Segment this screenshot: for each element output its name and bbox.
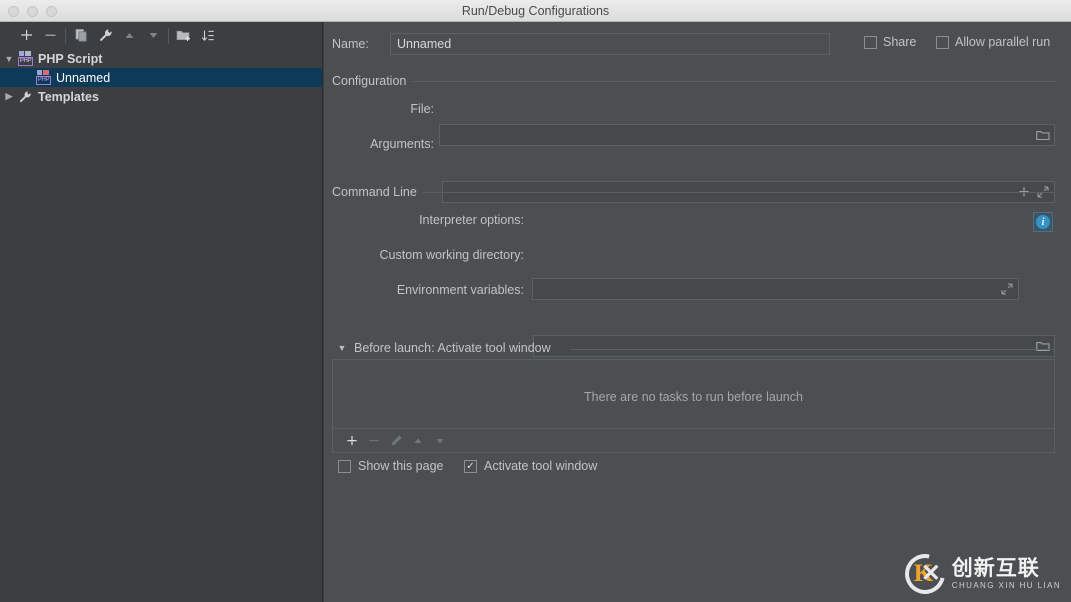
custom-working-directory-label: Custom working directory:	[380, 248, 525, 262]
allow-parallel-run-row[interactable]: Allow parallel run	[936, 35, 1050, 49]
chevron-down-icon[interactable]: ▼	[334, 343, 350, 353]
dialog-body: ▼ PHP PHP Script PHP Unnamed	[0, 22, 1071, 602]
before-launch-toolbar	[332, 429, 1055, 453]
configuration-group-divider	[412, 81, 1055, 82]
arguments-label: Arguments:	[370, 137, 434, 151]
file-input[interactable]	[439, 124, 1055, 146]
move-task-up-button	[407, 431, 429, 451]
info-icon: i	[1036, 215, 1050, 229]
watermark-pinyin: CHUANG XIN HU LIAN	[952, 580, 1061, 591]
watermark-text: 创新互联 CHUANG XIN HU LIAN	[952, 557, 1061, 591]
move-up-button[interactable]	[117, 25, 141, 47]
share-label: Share	[883, 35, 916, 49]
tree-node-templates[interactable]: ▶ Templates	[0, 87, 322, 106]
run-debug-configurations-window: Run/Debug Configurations	[0, 0, 1071, 602]
allow-parallel-run-checkbox[interactable]	[936, 36, 949, 49]
tree-node-php-script[interactable]: ▼ PHP PHP Script	[0, 49, 322, 68]
before-launch-title: Before launch: Activate tool window	[354, 341, 551, 355]
command-line-group-divider	[414, 192, 1055, 193]
interpreter-options-input[interactable]	[532, 278, 1019, 300]
show-this-page-checkbox[interactable]	[338, 460, 351, 473]
configurations-tree-panel: ▼ PHP PHP Script PHP Unnamed	[0, 22, 323, 602]
wrench-icon	[18, 90, 34, 104]
create-folder-button[interactable]	[172, 25, 196, 47]
environment-variables-label: Environment variables:	[397, 283, 524, 297]
share-checkbox-row[interactable]: Share	[864, 35, 916, 49]
tree-node-label: Unnamed	[56, 71, 110, 85]
file-label: File:	[410, 102, 434, 116]
toolbar-divider-2	[168, 28, 169, 44]
show-this-page-row[interactable]: Show this page	[338, 459, 443, 473]
configurations-tree[interactable]: ▼ PHP PHP Script PHP Unnamed	[0, 49, 322, 602]
expand-collapse-icon[interactable]: ▼	[0, 54, 18, 64]
activate-tool-window-label: Activate tool window	[484, 459, 597, 473]
edit-templates-button[interactable]	[93, 25, 117, 47]
tree-toolbar	[0, 22, 323, 49]
edit-task-button	[385, 431, 407, 451]
tree-node-label: Templates	[38, 90, 99, 104]
interpreter-options-label-wrap: Interpreter options:	[324, 213, 524, 227]
php-script-icon: PHP	[18, 51, 34, 66]
environment-variables-label-wrap: Environment variables:	[324, 283, 524, 297]
allow-parallel-run-label: Allow parallel run	[955, 35, 1050, 49]
expand-collapse-icon[interactable]: ▶	[0, 91, 18, 102]
configuration-editor-panel: Name: Unnamed Share Allow parallel run C…	[324, 22, 1071, 602]
before-launch-divider	[570, 349, 1055, 350]
interpreter-options-info-button[interactable]: i	[1033, 212, 1053, 232]
share-checkbox[interactable]	[864, 36, 877, 49]
before-launch-task-list[interactable]: There are no tasks to run before launch	[332, 359, 1055, 429]
before-launch-empty-text: There are no tasks to run before launch	[333, 390, 1054, 404]
php-run-config-icon: PHP	[36, 70, 52, 85]
custom-working-directory-label-wrap: Custom working directory:	[324, 248, 524, 262]
arguments-label-wrap: Arguments:	[334, 137, 434, 151]
window-titlebar: Run/Debug Configurations	[0, 0, 1071, 22]
copy-configuration-button[interactable]	[69, 25, 93, 47]
add-task-button[interactable]	[341, 431, 363, 451]
add-configuration-button[interactable]	[14, 25, 38, 47]
watermark-chinese: 创新互联	[952, 557, 1061, 580]
name-input-value: Unnamed	[397, 34, 451, 54]
folder-icon[interactable]	[1035, 338, 1051, 354]
tree-node-unnamed[interactable]: PHP Unnamed	[0, 68, 322, 87]
move-down-button[interactable]	[141, 25, 165, 47]
file-label-wrap: File:	[334, 102, 434, 116]
watermark-mark-icon: K ✕	[905, 554, 945, 594]
expand-icon[interactable]	[999, 281, 1015, 297]
toolbar-divider	[65, 28, 66, 44]
remove-configuration-button[interactable]	[38, 25, 62, 47]
activate-tool-window-checkbox[interactable]: ✓	[464, 460, 477, 473]
activate-tool-window-row[interactable]: ✓ Activate tool window	[464, 459, 597, 473]
move-task-down-button	[429, 431, 451, 451]
remove-task-button	[363, 431, 385, 451]
configuration-group-title: Configuration	[332, 74, 412, 88]
tree-node-label: PHP Script	[38, 52, 102, 66]
folder-icon[interactable]	[1035, 127, 1051, 143]
before-launch-header[interactable]: ▼ Before launch: Activate tool window	[334, 341, 551, 355]
window-title: Run/Debug Configurations	[0, 0, 1071, 22]
show-this-page-label: Show this page	[358, 459, 443, 473]
name-label: Name:	[332, 37, 369, 51]
command-line-group-title: Command Line	[332, 185, 423, 199]
interpreter-options-label: Interpreter options:	[419, 213, 524, 227]
custom-working-directory-input[interactable]	[533, 335, 1055, 357]
name-input[interactable]: Unnamed	[390, 33, 830, 55]
sort-configurations-button[interactable]	[196, 25, 220, 47]
watermark-logo: K ✕ 创新互联 CHUANG XIN HU LIAN	[905, 554, 1061, 594]
